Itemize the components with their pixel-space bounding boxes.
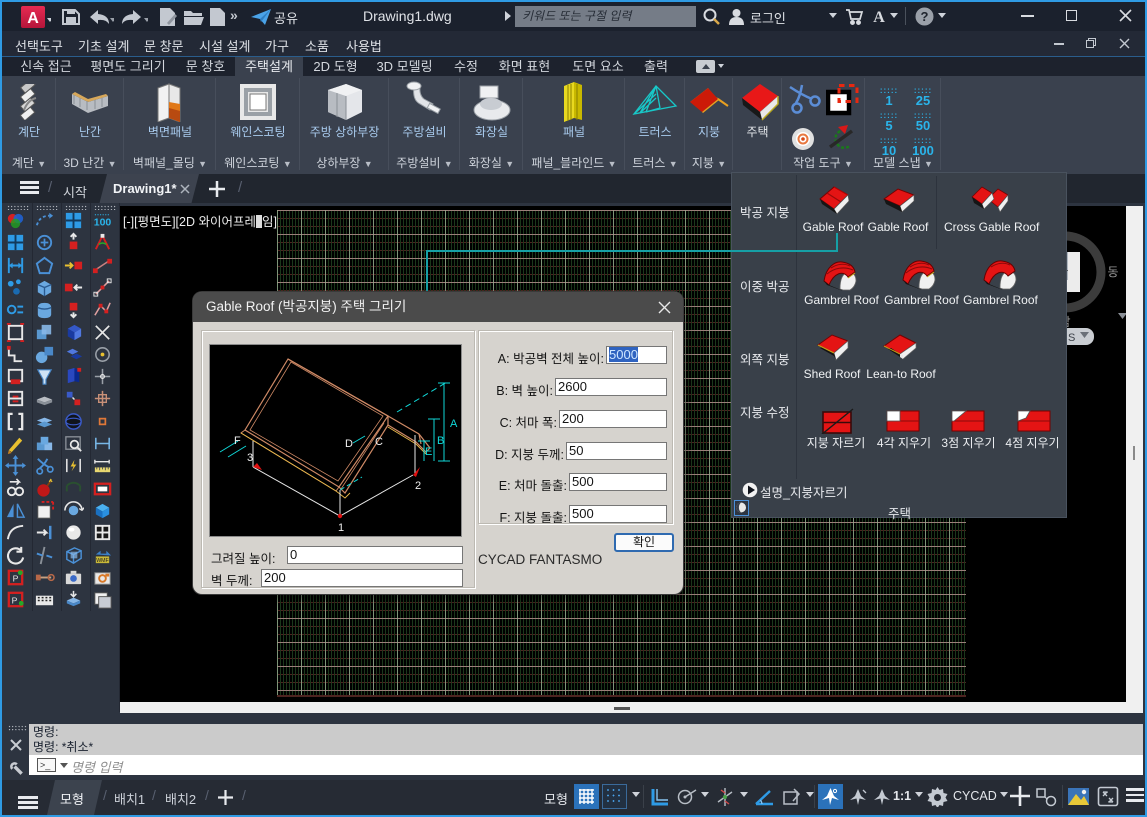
svg-text:1: 1 (338, 522, 344, 534)
svg-text:2: 2 (415, 480, 421, 492)
svg-text:F: F (234, 435, 241, 447)
svg-text:C: C (375, 436, 383, 448)
svg-text:B: B (437, 435, 444, 447)
svg-text:A: A (873, 9, 885, 25)
svg-text:P: P (13, 573, 19, 583)
svg-text:E: E (425, 446, 432, 458)
svg-text:동: 동 (1107, 265, 1118, 279)
svg-text:WMF: WMF (96, 558, 109, 564)
svg-text:A: A (450, 418, 458, 430)
svg-text:P: P (12, 595, 18, 605)
svg-text:S: S (1068, 332, 1075, 344)
svg-text:A: A (27, 10, 39, 27)
svg-text:3: 3 (247, 452, 253, 464)
svg-text:?: ? (921, 9, 929, 24)
svg-text:100: 100 (94, 216, 112, 228)
svg-text:D: D (345, 438, 353, 450)
